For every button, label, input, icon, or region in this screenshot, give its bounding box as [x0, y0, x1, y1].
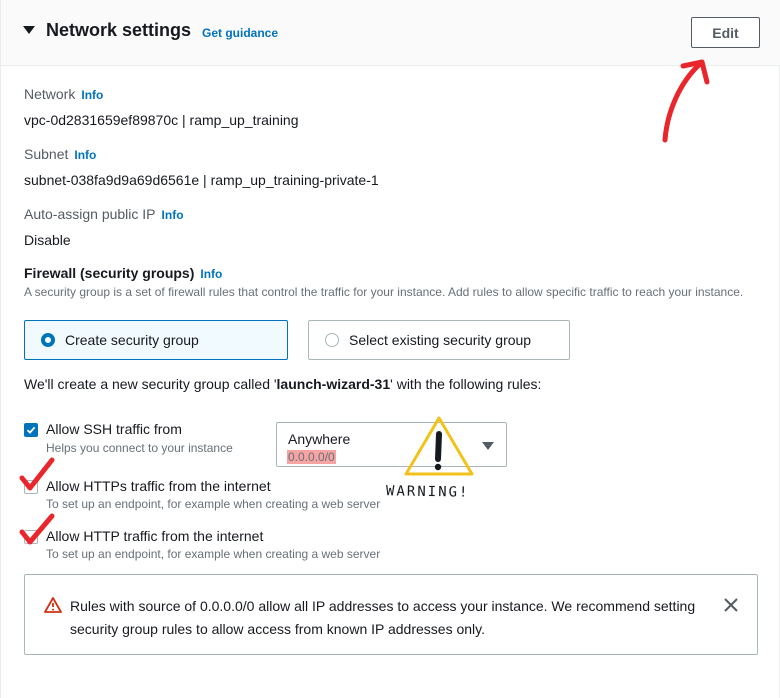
network-label-row: Network Info — [24, 86, 103, 102]
security-group-name: launch-wizard-31 — [276, 376, 391, 392]
public-ip-label: Auto-assign public IP — [24, 206, 156, 222]
alert-message: Rules with source of 0.0.0.0/0 allow all… — [70, 598, 696, 637]
panel-title: Network settings — [46, 20, 192, 40]
ssh-source-select[interactable]: Anywhere 0.0.0.0/0 — [276, 422, 507, 467]
caret-down-icon[interactable] — [23, 26, 35, 34]
firewall-title: Firewall (security groups) — [24, 265, 195, 281]
firewall-info-link[interactable]: Info — [200, 267, 222, 281]
ssh-rule-label: Allow SSH traffic from — [46, 421, 182, 437]
panel-header: Network settings Get guidance Edit — [1, 0, 780, 66]
create-security-group-label: Create security group — [65, 332, 199, 348]
edit-button[interactable]: Edit — [691, 17, 760, 48]
https-rule-description: To set up an endpoint, for example when … — [46, 497, 381, 511]
firewall-title-row: Firewall (security groups) Info — [24, 265, 222, 281]
warning-icon — [44, 597, 62, 613]
create-security-group-option[interactable]: Create security group — [24, 320, 288, 360]
network-value: vpc-0d2831659ef89870c | ramp_up_training — [24, 112, 299, 128]
network-info-link[interactable]: Info — [81, 88, 103, 102]
select-existing-security-group-label: Select existing security group — [349, 332, 532, 348]
network-label: Network — [24, 86, 76, 102]
select-existing-security-group-option[interactable]: Select existing security group — [308, 320, 570, 360]
https-rule-label: Allow HTTPs traffic from the internet — [46, 478, 271, 494]
https-checkbox[interactable] — [24, 480, 38, 494]
warning-annotation-text: WARNING! — [385, 483, 470, 501]
ssh-source-value: Anywhere — [288, 431, 351, 447]
http-rule-description: To set up an endpoint, for example when … — [46, 547, 381, 561]
dropdown-caret-icon — [482, 442, 494, 450]
public-ip-info-link[interactable]: Info — [162, 208, 184, 222]
subnet-info-link[interactable]: Info — [74, 148, 96, 162]
public-ip-label-row: Auto-assign public IP Info — [24, 206, 184, 222]
ssh-source-cidr: 0.0.0.0/0 — [287, 450, 336, 464]
subnet-value: subnet-038fa9d9a69d6561e | ramp_up_train… — [24, 172, 379, 188]
http-rule-label: Allow HTTP traffic from the internet — [46, 528, 264, 544]
public-ip-value: Disable — [24, 232, 71, 248]
network-settings-panel: Network settings Get guidance Edit Netwo… — [0, 0, 780, 698]
subnet-label: Subnet — [24, 146, 69, 162]
http-checkbox[interactable] — [24, 530, 38, 544]
ssh-rule-description: Helps you connect to your instance — [46, 441, 233, 455]
firewall-description: A security group is a set of firewall ru… — [24, 285, 744, 299]
ssh-checkbox[interactable] — [24, 423, 38, 437]
radio-selected-icon[interactable] — [41, 333, 55, 347]
checkbox-check-icon — [26, 426, 36, 434]
summary-suffix: ' with the following rules: — [390, 376, 542, 392]
radio-unselected-icon[interactable] — [325, 333, 339, 347]
security-group-summary: We'll create a new security group called… — [24, 376, 541, 392]
security-warning-alert: Rules with source of 0.0.0.0/0 allow all… — [24, 574, 758, 655]
summary-prefix: We'll create a new security group called… — [24, 376, 277, 392]
get-guidance-link[interactable]: Get guidance — [202, 26, 278, 40]
close-icon[interactable] — [722, 596, 740, 614]
subnet-label-row: Subnet Info — [24, 146, 96, 162]
